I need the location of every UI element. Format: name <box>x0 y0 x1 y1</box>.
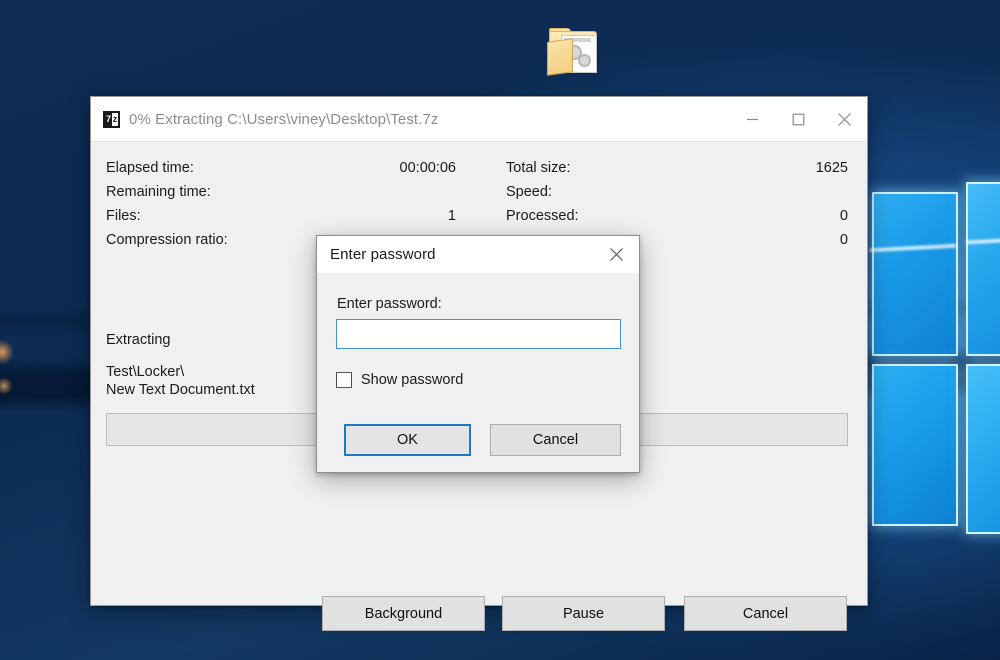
stat-label-processed: Processed: <box>506 208 579 224</box>
dialog-cancel-button[interactable]: Cancel <box>490 424 621 456</box>
stat-value-files: 1 <box>448 208 456 224</box>
stat-value-elapsed-time: 00:00:06 <box>400 160 456 176</box>
stat-value-total-size: 1625 <box>816 160 848 176</box>
password-field-label: Enter password: <box>337 296 442 312</box>
dialog-titlebar[interactable]: Enter password <box>317 236 639 273</box>
enter-password-dialog: Enter password Enter password: Show pass… <box>316 235 640 473</box>
stat-label-remaining-time: Remaining time: <box>106 184 211 200</box>
close-icon[interactable] <box>593 236 639 273</box>
logo-pane-bottom-left <box>872 364 958 526</box>
current-path-line-1: Test\Locker\ <box>106 364 184 380</box>
current-path-line-2: New Text Document.txt <box>106 382 255 398</box>
close-icon[interactable] <box>821 97 867 141</box>
window-controls <box>729 97 867 141</box>
ok-button[interactable]: OK <box>344 424 471 456</box>
pause-button[interactable]: Pause <box>502 596 665 631</box>
window-titlebar[interactable]: 7 z 0% Extracting C:\Users\viney\Desktop… <box>91 97 867 141</box>
stat-label-elapsed-time: Elapsed time: <box>106 160 194 176</box>
logo-pane-top-right <box>966 182 1000 356</box>
stat-label-files: Files: <box>106 208 141 224</box>
dialog-title: Enter password <box>330 246 436 263</box>
logo-pane-bottom-right <box>966 364 1000 534</box>
window-title: 0% Extracting C:\Users\viney\Desktop\Tes… <box>129 111 439 128</box>
minimize-icon[interactable] <box>729 97 775 141</box>
stat-label-speed: Speed: <box>506 184 552 200</box>
logo-pane-top-left <box>872 192 958 356</box>
extracting-folder-icon[interactable] <box>547 26 599 76</box>
cancel-button[interactable]: Cancel <box>684 596 847 631</box>
show-password-checkbox-row[interactable]: Show password <box>336 372 463 388</box>
maximize-icon[interactable] <box>775 97 821 141</box>
show-password-label: Show password <box>361 372 463 388</box>
dialog-body: Enter password: Show password OK Cancel <box>317 273 639 472</box>
stat-value-processed: 0 <box>840 208 848 224</box>
gear-icon-small <box>578 54 591 67</box>
stat-label-total-size: Total size: <box>506 160 570 176</box>
stat-label-compression-ratio: Compression ratio: <box>106 232 228 248</box>
windows-logo-wallpaper <box>862 168 1000 540</box>
7zip-app-icon: 7 z <box>103 111 120 128</box>
password-input[interactable] <box>336 319 621 349</box>
folder-front-flap <box>547 38 573 76</box>
7zip-icon-z: z <box>112 113 118 126</box>
stat-value-compressed-size: 0 <box>840 232 848 248</box>
background-button[interactable]: Background <box>322 596 485 631</box>
7zip-icon-seven: 7 <box>105 113 112 126</box>
show-password-checkbox[interactable] <box>336 372 352 388</box>
operation-label: Extracting <box>106 332 170 348</box>
